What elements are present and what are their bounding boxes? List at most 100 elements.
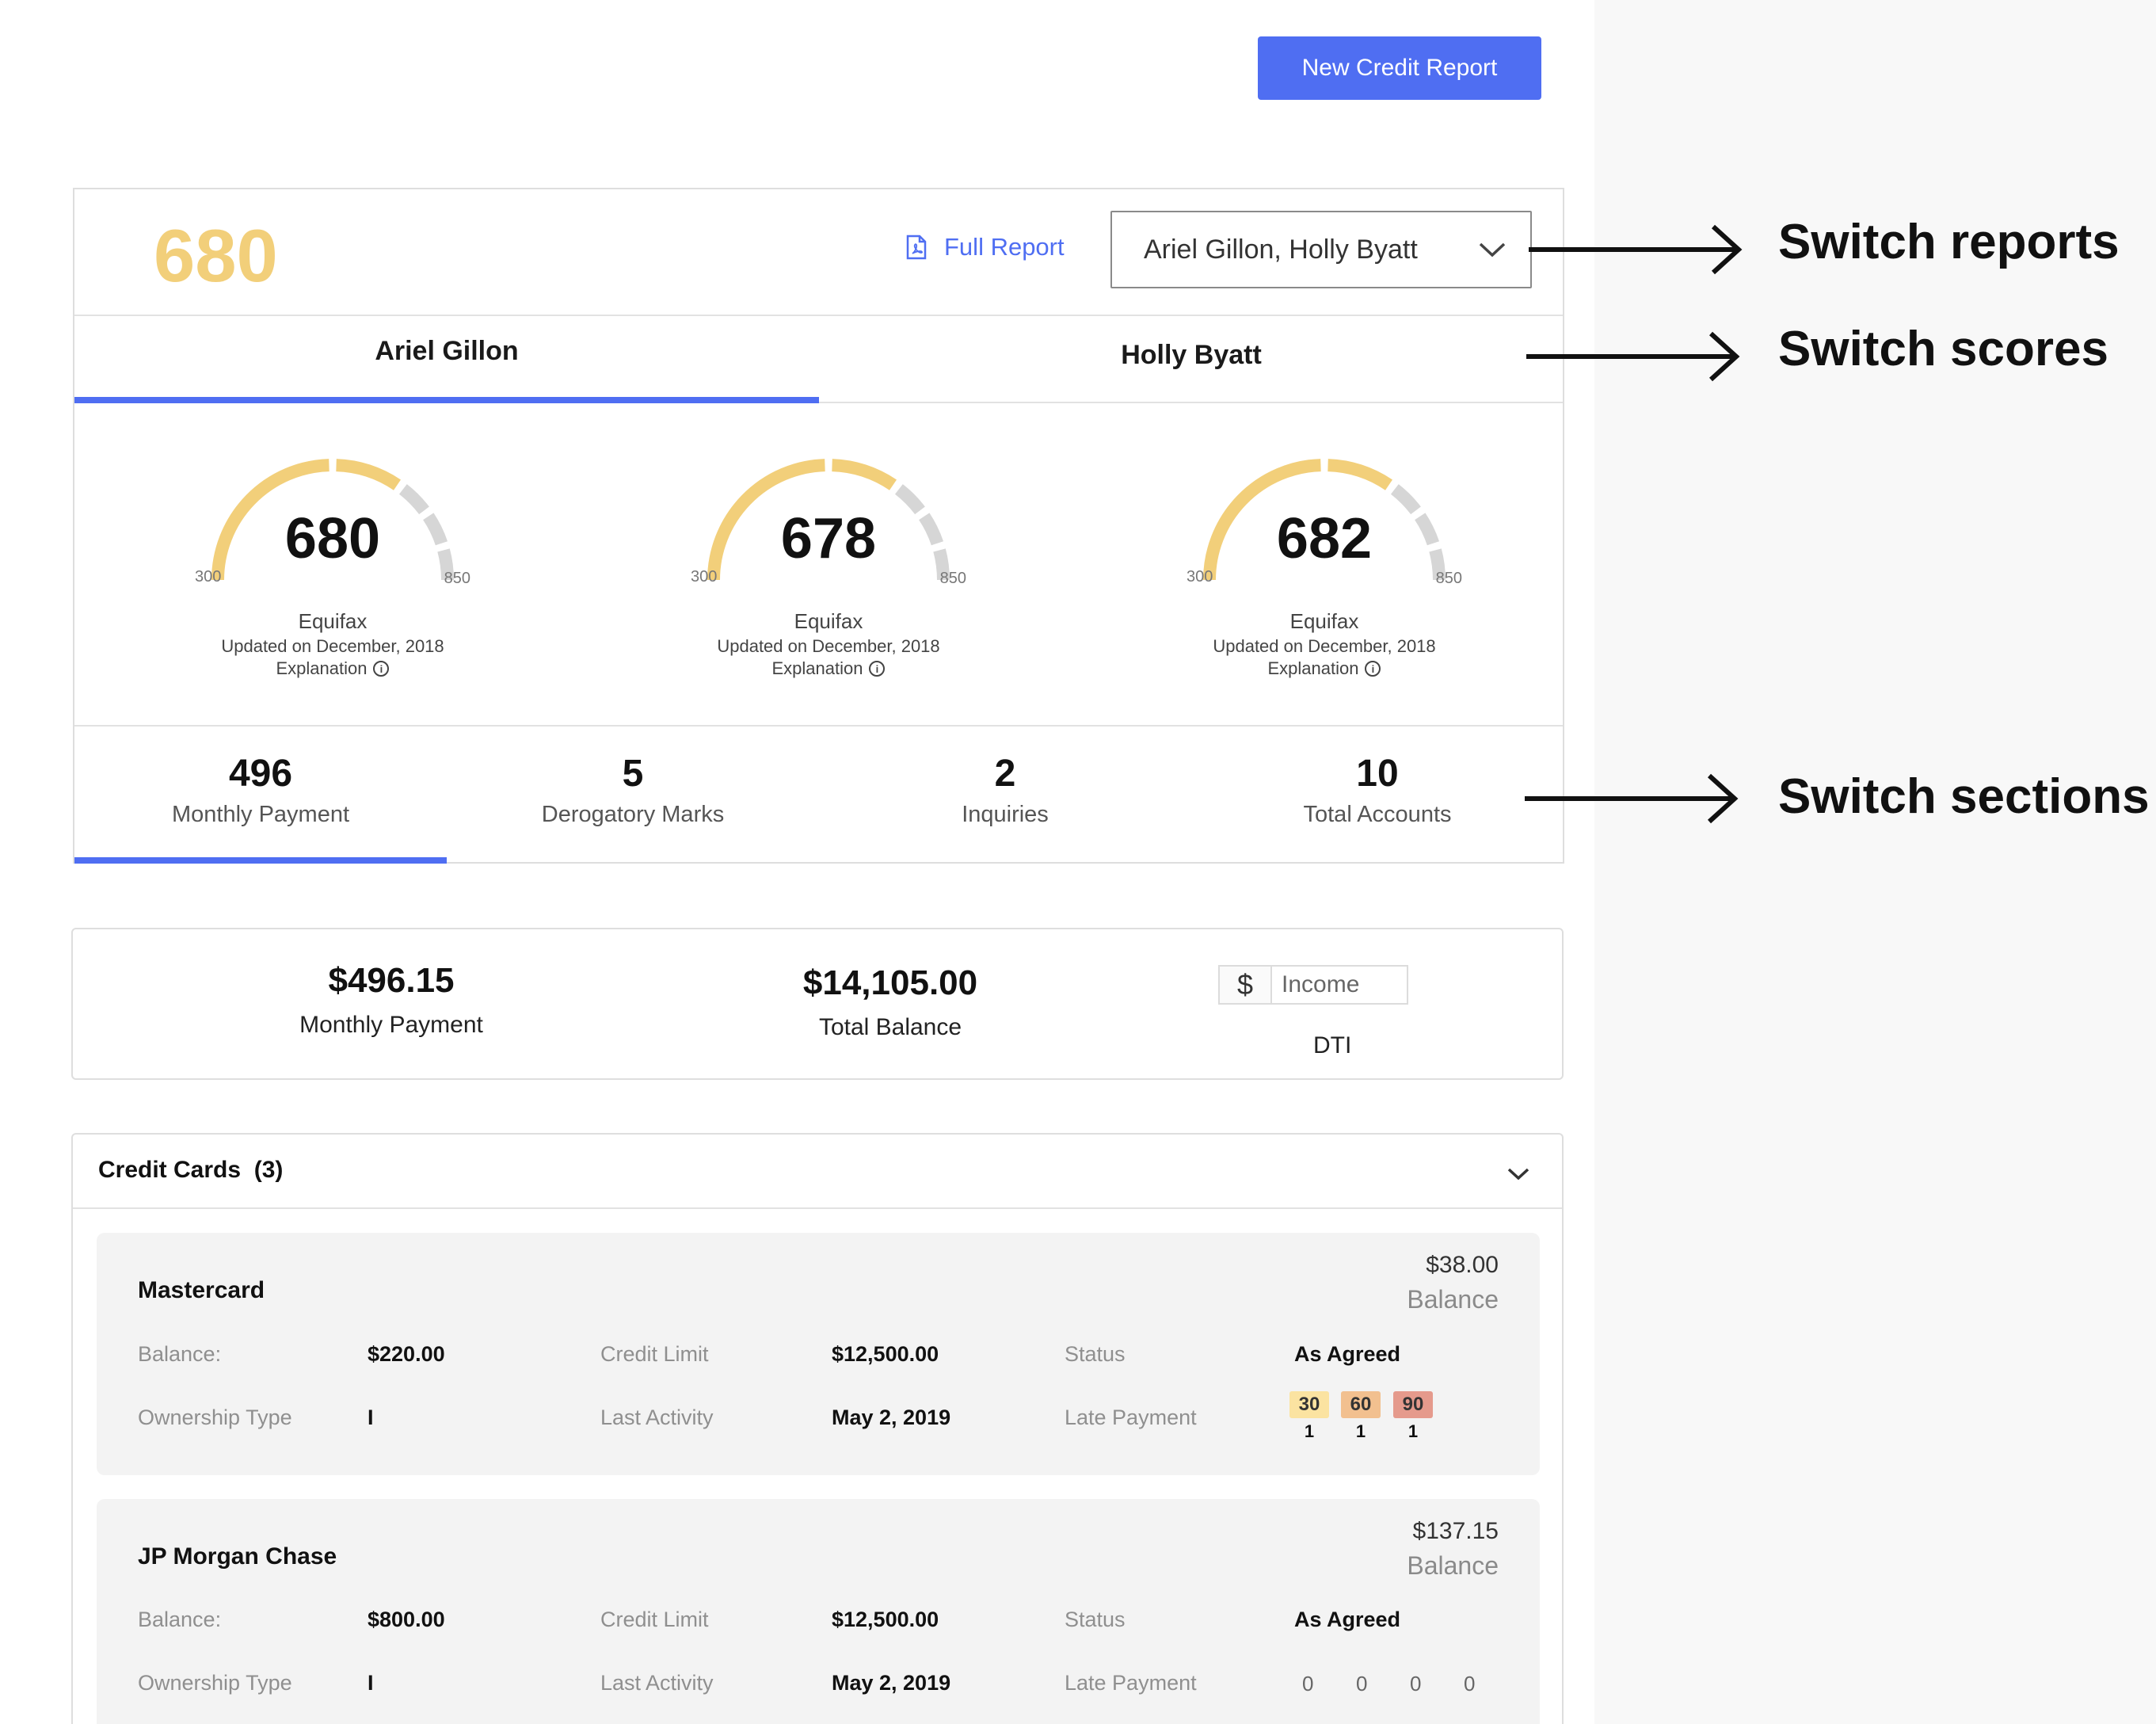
late-days: 90: [1393, 1391, 1433, 1418]
gauge-min: 300: [195, 568, 222, 585]
info-icon[interactable]: i: [1365, 661, 1381, 677]
full-report-link[interactable]: Full Report: [906, 233, 1065, 261]
gauge-bureau: Equifax: [298, 609, 368, 633]
score-gauge: 682 300 850 Equifax Updated on December,…: [1182, 441, 1467, 711]
card-balance-amount: $38.00: [1426, 1252, 1499, 1278]
stat-value: 10: [1356, 753, 1399, 795]
new-credit-report-button[interactable]: New Credit Report: [1258, 36, 1541, 100]
gauge-score: 680: [284, 507, 381, 570]
stat-label: Monthly Payment: [171, 802, 350, 827]
late-zero: 0: [1356, 1672, 1368, 1695]
summary-monthly-payment: $496.15 Monthly Payment: [193, 961, 589, 1039]
summary-value: $496.15: [328, 961, 455, 1000]
dollar-icon: $: [1220, 967, 1272, 1003]
arrow-right-icon: [1525, 773, 1739, 824]
late-zero: 0: [1464, 1672, 1476, 1695]
gauge-updated: Updated on December, 2018: [1213, 636, 1436, 656]
status-value: As Agreed: [1294, 1608, 1401, 1631]
ownership-value: I: [368, 1406, 374, 1429]
stat-value: 2: [994, 753, 1016, 795]
section-derogatory-marks[interactable]: 5 Derogatory Marks: [447, 752, 819, 828]
ownership-label: Ownership Type: [138, 1406, 292, 1429]
balance-field-label: Balance:: [138, 1342, 222, 1366]
card-name: JP Morgan Chase: [138, 1543, 337, 1570]
gauge-explanation[interactable]: Explanation i: [190, 658, 475, 679]
credit-cards-title: Credit Cards: [98, 1157, 242, 1183]
gauge-min: 300: [1187, 568, 1213, 585]
stat-label: Total Accounts: [1303, 802, 1452, 827]
annotation-switch-reports: Switch reports: [1778, 215, 2120, 269]
annotation-switch-scores: Switch scores: [1778, 322, 2108, 376]
status-value: As Agreed: [1294, 1342, 1401, 1366]
credit-card-item[interactable]: Mastercard $38.00 Balance Balance: $220.…: [97, 1233, 1540, 1475]
info-icon[interactable]: i: [373, 661, 390, 677]
explanation-label: Explanation: [771, 658, 863, 678]
credit-cards-header[interactable]: Credit Cards (3): [98, 1157, 283, 1184]
credit-limit-value: $12,500.00: [832, 1608, 939, 1631]
credit-card-item[interactable]: JP Morgan Chase $137.15 Balance Balance:…: [97, 1499, 1540, 1724]
gauge-max: 850: [1435, 570, 1462, 587]
last-activity-label: Last Activity: [600, 1671, 714, 1695]
score-gauge: 680 300 850 Equifax Updated on December,…: [190, 441, 475, 711]
stat-label: Derogatory Marks: [541, 802, 725, 827]
income-placeholder[interactable]: Income: [1272, 967, 1407, 1003]
late-90: 90 1: [1393, 1391, 1433, 1442]
dti-label-text: DTI: [1313, 1032, 1352, 1058]
card-name: Mastercard: [138, 1277, 265, 1303]
gauge-updated: Updated on December, 2018: [717, 636, 940, 656]
report-select[interactable]: Ariel Gillon, Holly Byatt: [1110, 211, 1532, 288]
card-balance-amount: $137.15: [1412, 1518, 1499, 1544]
gauge-explanation[interactable]: Explanation i: [686, 658, 971, 679]
pdf-icon: [906, 235, 927, 260]
credit-cards-panel: Credit Cards (3) Mastercard $38.00 Balan…: [71, 1133, 1564, 1724]
late-count: 1: [1304, 1421, 1315, 1441]
card-balance: $137.15 Balance: [1407, 1518, 1499, 1581]
card-balance-label: Balance: [1407, 1285, 1499, 1314]
status-label: Status: [1065, 1342, 1126, 1366]
report-select-value: Ariel Gillon, Holly Byatt: [1144, 234, 1418, 265]
credit-limit-label: Credit Limit: [600, 1342, 709, 1366]
last-activity-value: May 2, 2019: [832, 1406, 951, 1429]
late-days: 60: [1341, 1391, 1381, 1418]
full-report-label: Full Report: [944, 233, 1065, 261]
late-30: 30 1: [1289, 1391, 1329, 1442]
late-payment-label: Late Payment: [1065, 1406, 1197, 1429]
income-input[interactable]: $ Income: [1218, 965, 1408, 1005]
section-inquiries[interactable]: 2 Inquiries: [819, 752, 1191, 828]
section-monthly-payment[interactable]: 496 Monthly Payment: [74, 752, 447, 828]
gauge-fill-segment: [336, 459, 401, 490]
balance-field-value: $800.00: [368, 1608, 445, 1631]
credit-limit-value: $12,500.00: [832, 1342, 939, 1366]
late-days: 30: [1289, 1391, 1329, 1418]
gauge-min: 300: [691, 568, 718, 585]
late-count: 1: [1355, 1421, 1366, 1441]
ownership-label: Ownership Type: [138, 1671, 292, 1695]
gauge-bureau: Equifax: [794, 609, 863, 633]
ownership-value: I: [368, 1671, 374, 1695]
last-activity-value: May 2, 2019: [832, 1671, 951, 1695]
divider: [74, 725, 1563, 727]
balance-field-label: Balance:: [138, 1608, 222, 1631]
explanation-label: Explanation: [276, 658, 368, 678]
chevron-down-icon[interactable]: [1507, 1166, 1530, 1182]
arrow-right-icon: [1526, 331, 1740, 382]
section-total-accounts[interactable]: 10 Total Accounts: [1191, 752, 1564, 828]
annotation-switch-sections: Switch sections: [1778, 769, 2150, 824]
info-icon[interactable]: i: [869, 661, 886, 677]
gauge-explanation[interactable]: Explanation i: [1182, 658, 1467, 679]
arrow-right-icon: [1529, 224, 1743, 275]
gauge-score: 682: [1276, 507, 1373, 570]
late-count: 1: [1407, 1421, 1419, 1441]
tab-holly-byatt[interactable]: Holly Byatt: [819, 340, 1564, 371]
explanation-label: Explanation: [1267, 658, 1359, 678]
summary-label: Total Balance: [818, 1014, 962, 1040]
status-label: Status: [1065, 1608, 1126, 1631]
active-tab-indicator: [74, 397, 819, 403]
gauge-score: 678: [780, 507, 877, 570]
score-gauge: 678 300 850 Equifax Updated on December,…: [686, 441, 971, 711]
chevron-down-icon: [1479, 242, 1506, 257]
tab-ariel-gillon[interactable]: Ariel Gillon: [74, 336, 819, 367]
summary-label: Monthly Payment: [299, 1012, 483, 1038]
overall-score: 680: [154, 214, 278, 297]
gauge-bureau: Equifax: [1289, 609, 1359, 633]
